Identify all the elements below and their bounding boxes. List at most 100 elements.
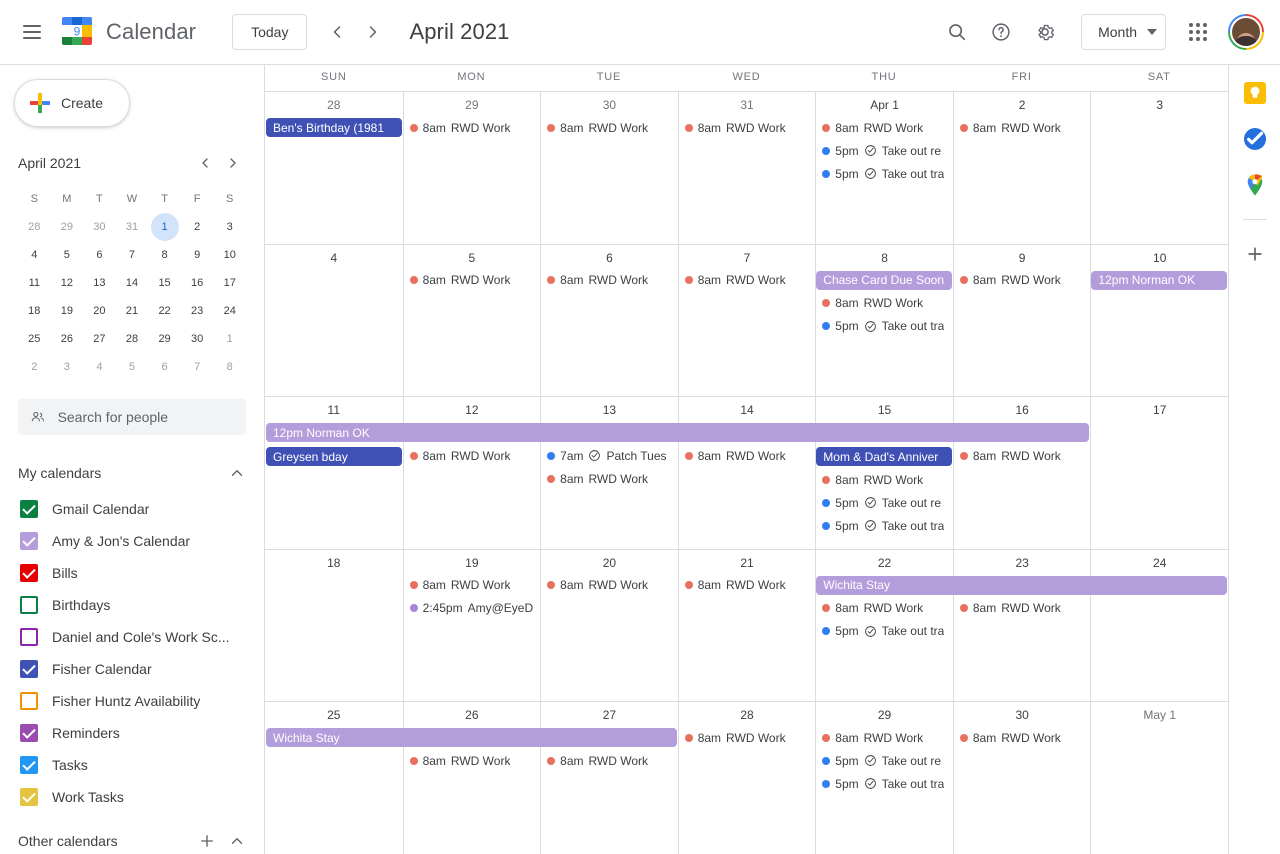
calendar-event[interactable]: 5pmTake out re bbox=[818, 141, 951, 160]
day-number[interactable]: 17 bbox=[1091, 397, 1228, 423]
calendar-event[interactable]: 8amRWD Work bbox=[956, 599, 1089, 618]
multi-day-event-bar[interactable]: 12pm Norman OK bbox=[266, 423, 1089, 442]
mini-calendar-day[interactable]: 7 bbox=[118, 241, 146, 269]
mini-calendar-day[interactable]: 22 bbox=[151, 297, 179, 325]
mini-calendar-day[interactable]: 11 bbox=[20, 269, 48, 297]
calendar-event[interactable]: 8amRWD Work bbox=[681, 118, 814, 137]
calendar-day-cell[interactable]: 11 bbox=[265, 397, 403, 549]
calendar-visibility-checkbox[interactable] bbox=[20, 756, 38, 774]
calendar-day-cell[interactable]: 78amRWD Work bbox=[678, 245, 816, 397]
mini-calendar-day[interactable]: 30 bbox=[85, 213, 113, 241]
day-number[interactable]: 10 bbox=[1091, 245, 1228, 271]
day-number[interactable]: 8 bbox=[816, 245, 953, 271]
calendar-day-cell[interactable]: 208amRWD Work bbox=[540, 550, 678, 702]
google-apps-button[interactable] bbox=[1178, 12, 1218, 52]
mini-calendar-day[interactable]: 21 bbox=[118, 297, 146, 325]
calendar-list-item[interactable]: Tasks bbox=[0, 749, 264, 781]
calendar-event[interactable]: 5pmTake out tra bbox=[818, 164, 951, 183]
calendar-visibility-checkbox[interactable] bbox=[20, 724, 38, 742]
calendar-event[interactable]: 2:45pmAmy@EyeD bbox=[406, 599, 539, 618]
multi-day-event-bar[interactable]: Ben's Birthday (1981 bbox=[266, 118, 402, 137]
calendar-event[interactable]: 8amRWD Work bbox=[406, 751, 539, 770]
calendar-event[interactable]: 8amRWD Work bbox=[681, 576, 814, 595]
multi-day-event-bar[interactable]: Mom & Dad's Anniver bbox=[816, 447, 952, 466]
mini-calendar-day[interactable]: 2 bbox=[20, 353, 48, 381]
other-calendars-header[interactable]: Other calendars bbox=[0, 821, 264, 854]
previous-month-button[interactable] bbox=[319, 14, 355, 50]
mini-calendar-day[interactable]: 28 bbox=[20, 213, 48, 241]
calendar-event[interactable]: 8amRWD Work bbox=[681, 446, 814, 465]
mini-calendar-day[interactable]: 20 bbox=[85, 297, 113, 325]
today-button[interactable]: Today bbox=[232, 14, 307, 50]
search-people-input[interactable] bbox=[58, 409, 234, 425]
mini-next-month-button[interactable] bbox=[220, 150, 246, 176]
calendar-day-cell[interactable]: 288amRWD Work bbox=[678, 702, 816, 854]
calendar-day-cell[interactable]: 308amRWD Work bbox=[540, 92, 678, 244]
day-number[interactable]: 14 bbox=[679, 397, 816, 423]
calendar-event[interactable]: 8amRWD Work bbox=[956, 271, 1089, 290]
calendar-day-cell[interactable]: 308amRWD Work bbox=[953, 702, 1091, 854]
calendar-event[interactable]: 8amRWD Work bbox=[543, 271, 676, 290]
mini-calendar-day[interactable]: 4 bbox=[20, 241, 48, 269]
day-number[interactable]: 29 bbox=[816, 702, 953, 728]
calendar-event[interactable]: 7amPatch Tues bbox=[543, 446, 676, 465]
keep-icon[interactable] bbox=[1241, 79, 1269, 107]
calendar-visibility-checkbox[interactable] bbox=[20, 532, 38, 550]
mini-calendar-day[interactable]: 10 bbox=[216, 241, 244, 269]
mini-calendar-day[interactable]: 7 bbox=[183, 353, 211, 381]
mini-calendar-day[interactable]: 28 bbox=[118, 325, 146, 353]
calendar-day-cell[interactable]: 228amRWD Work5pmTake out tra bbox=[815, 550, 953, 702]
calendar-day-cell[interactable]: 268amRWD Work bbox=[403, 702, 541, 854]
mini-calendar-day[interactable]: 16 bbox=[183, 269, 211, 297]
calendar-day-cell[interactable]: 298amRWD Work5pmTake out re5pmTake out t… bbox=[815, 702, 953, 854]
calendar-day-cell[interactable]: 128amRWD Work bbox=[403, 397, 541, 549]
calendar-day-cell[interactable]: 13 7amPatch Tues 8amRWD Work bbox=[540, 397, 678, 549]
mini-calendar-day[interactable]: 29 bbox=[151, 325, 179, 353]
day-number[interactable]: 2 bbox=[954, 92, 1091, 118]
mini-calendar-day[interactable]: 6 bbox=[85, 241, 113, 269]
calendar-list-item[interactable]: Bills bbox=[0, 557, 264, 589]
day-number[interactable]: 24 bbox=[1091, 550, 1228, 576]
calendar-event[interactable]: 5pmTake out tra bbox=[818, 622, 951, 641]
add-side-panel-app-button[interactable] bbox=[1241, 240, 1269, 268]
calendar-day-cell[interactable]: 168amRWD Work bbox=[953, 397, 1091, 549]
day-number[interactable]: 30 bbox=[541, 92, 678, 118]
multi-day-event-bar[interactable]: Wichita Stay bbox=[266, 728, 677, 747]
mini-calendar-day[interactable]: 27 bbox=[85, 325, 113, 353]
calendar-list-item[interactable]: Work Tasks bbox=[0, 781, 264, 813]
calendar-day-cell[interactable]: 3 bbox=[1090, 92, 1228, 244]
calendar-day-cell[interactable]: 198amRWD Work2:45pmAmy@EyeD bbox=[403, 550, 541, 702]
mini-calendar-day[interactable]: 17 bbox=[216, 269, 244, 297]
calendar-day-cell[interactable]: 68amRWD Work bbox=[540, 245, 678, 397]
mini-calendar-day[interactable]: 5 bbox=[118, 353, 146, 381]
calendar-day-cell[interactable]: Apr 18amRWD Work5pmTake out re5pmTake ou… bbox=[815, 92, 953, 244]
mini-calendar-day[interactable]: 1 bbox=[216, 325, 244, 353]
day-number[interactable]: 30 bbox=[954, 702, 1091, 728]
settings-button[interactable] bbox=[1025, 12, 1065, 52]
calendar-event[interactable]: 8amRWD Work bbox=[406, 576, 539, 595]
mini-calendar-day[interactable]: 18 bbox=[20, 297, 48, 325]
day-number[interactable]: 21 bbox=[679, 550, 816, 576]
maps-icon[interactable] bbox=[1241, 171, 1269, 199]
calendar-event[interactable]: 5pmTake out tra bbox=[818, 516, 951, 535]
mini-calendar-day[interactable]: 13 bbox=[85, 269, 113, 297]
day-number[interactable]: 13 bbox=[541, 397, 678, 423]
day-number[interactable]: 12 bbox=[404, 397, 541, 423]
day-number[interactable]: Apr 1 bbox=[816, 92, 953, 118]
calendar-event[interactable]: 5pmTake out re bbox=[818, 493, 951, 512]
day-number[interactable]: 23 bbox=[954, 550, 1091, 576]
my-calendars-header[interactable]: My calendars bbox=[0, 453, 264, 493]
day-number[interactable]: 18 bbox=[265, 550, 403, 576]
day-number[interactable]: 28 bbox=[265, 92, 403, 118]
day-number[interactable]: 29 bbox=[404, 92, 541, 118]
calendar-visibility-checkbox[interactable] bbox=[20, 628, 38, 646]
calendar-day-cell[interactable]: 318amRWD Work bbox=[678, 92, 816, 244]
calendar-event[interactable]: 8amRWD Work bbox=[543, 751, 676, 770]
calendar-day-cell[interactable]: 278amRWD Work bbox=[540, 702, 678, 854]
day-number[interactable]: 4 bbox=[265, 245, 403, 271]
calendar-event[interactable]: 8amRWD Work bbox=[543, 469, 676, 488]
multi-day-event-bar[interactable]: Greysen bday bbox=[266, 447, 402, 466]
mini-calendar-day[interactable]: 8 bbox=[151, 241, 179, 269]
day-number[interactable]: 15 bbox=[816, 397, 953, 423]
mini-calendar-day[interactable]: 3 bbox=[53, 353, 81, 381]
